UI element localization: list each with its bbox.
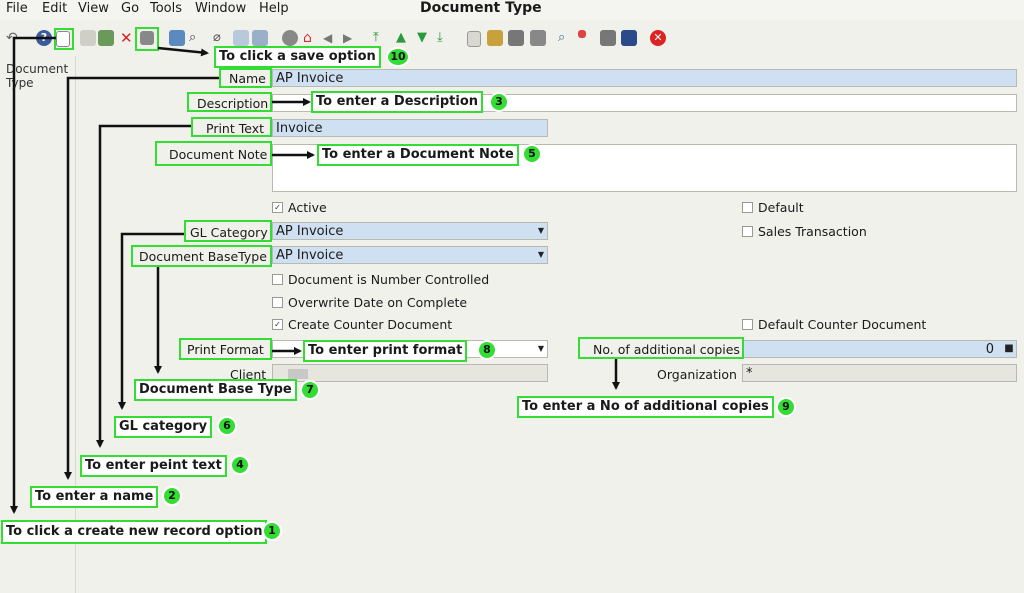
annotation-number: 6 — [217, 416, 237, 436]
annotation-number: 7 — [300, 380, 320, 400]
annotation-save: To click a save option — [214, 46, 381, 68]
annotation-copies: To enter a No of additional copies — [517, 396, 774, 418]
annotation-number: 9 — [776, 397, 796, 417]
annotation-print-format: To enter print format — [303, 340, 468, 362]
annotation-document-note: To enter a Document Note — [317, 144, 519, 166]
annotation-new-record: To click a create new record option — [1, 520, 268, 544]
annotation-number: 3 — [489, 92, 509, 112]
annotation-document-base-type: Document Base Type — [134, 379, 297, 401]
annotation-print-text: To enter peint text — [80, 455, 227, 477]
annotation-number: 5 — [522, 144, 542, 164]
annotation-description: To enter a Description — [311, 91, 484, 113]
annotation-number: 4 — [230, 455, 250, 475]
annotation-number: 2 — [162, 486, 182, 506]
annotation-gl-category: GL category — [114, 416, 213, 438]
annotation-number: 8 — [477, 340, 497, 360]
annotation-name: To enter a name — [30, 486, 159, 508]
annotation-number: 10 — [386, 47, 410, 67]
annotation-number: 1 — [262, 521, 282, 541]
